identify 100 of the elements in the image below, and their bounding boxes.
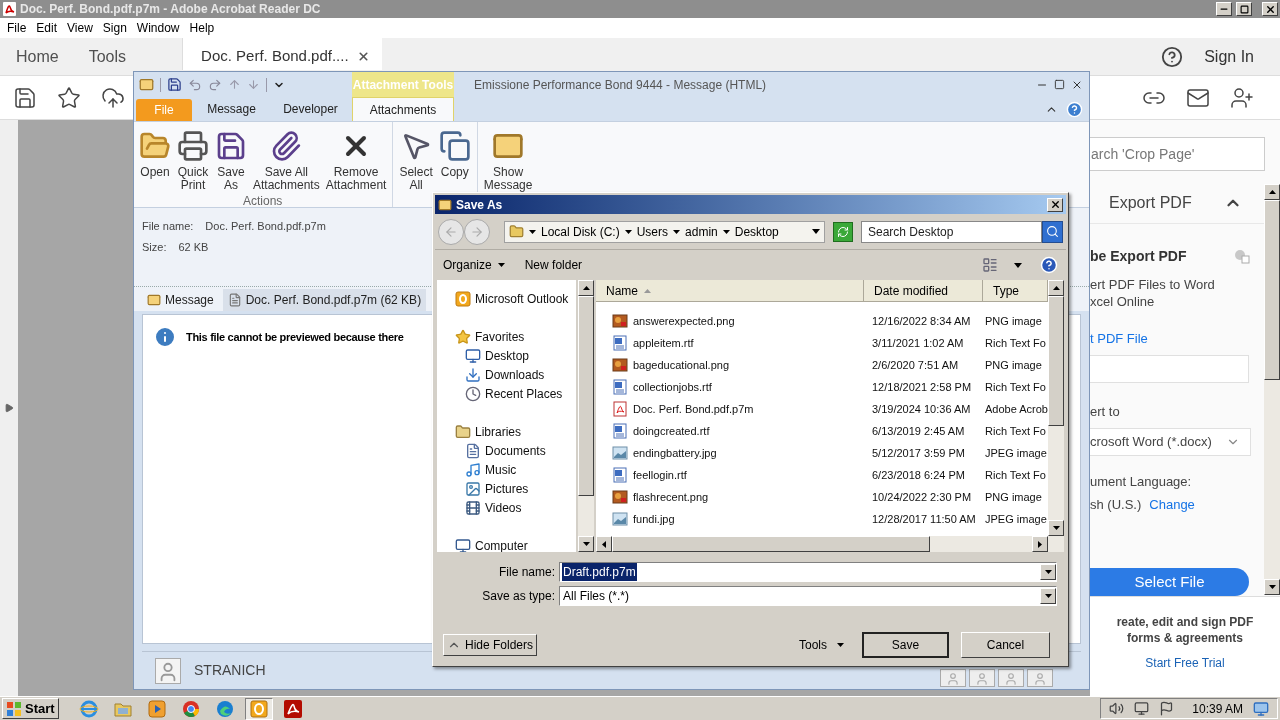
file-type-dropdown[interactable]: All Files (*.*): [559, 586, 1057, 606]
restore-button[interactable]: [1236, 2, 1252, 16]
file-name-cell[interactable]: appleitem.rtf: [596, 334, 864, 352]
ribbon-tab[interactable]: Message: [192, 97, 271, 121]
view-icon[interactable]: [982, 257, 998, 273]
ribbon-button[interactable]: Open: [137, 130, 173, 179]
minimize-button[interactable]: [1216, 2, 1232, 16]
breadcrumb-item[interactable]: admin: [685, 222, 718, 241]
document-tab[interactable]: Doc. Perf. Bond.pdf....: [182, 38, 383, 70]
folder-tree-item[interactable]: Videos: [437, 498, 577, 517]
organize-button[interactable]: Organize: [443, 256, 505, 274]
new-folder-button[interactable]: New folder: [524, 256, 583, 274]
file-name-cell[interactable]: fundi.jpg: [596, 510, 864, 528]
close-button[interactable]: [1262, 2, 1278, 16]
cancel-button[interactable]: Cancel: [961, 632, 1050, 658]
tools-button[interactable]: Tools: [799, 636, 844, 654]
file-name-cell[interactable]: doingcreated.rtf: [596, 422, 864, 440]
menu-item[interactable]: View: [62, 19, 98, 37]
attachment-tab[interactable]: Message: [142, 289, 219, 311]
upload-icon[interactable]: [101, 85, 125, 110]
menu-item[interactable]: File: [2, 19, 32, 37]
file-name-cell[interactable]: bageducational.png: [596, 356, 864, 374]
file-name-cell[interactable]: Doc. Perf. Bond.pdf.p7m: [596, 400, 864, 418]
menu-item[interactable]: Edit: [31, 19, 63, 37]
folder-tree-item[interactable]: Documents: [437, 441, 577, 460]
search-field[interactable]: arch 'Crop Page': [1090, 137, 1265, 171]
breadcrumb-item[interactable]: Local Disk (C:): [541, 222, 620, 241]
attachment-tab[interactable]: Doc. Perf. Bond.pdf.p7m (62 KB): [222, 289, 427, 311]
ribbon-tab[interactable]: Developer: [271, 97, 350, 121]
menu-item[interactable]: Sign: [97, 19, 132, 37]
caret-icon[interactable]: [1014, 262, 1022, 268]
flag-icon[interactable]: [1159, 701, 1175, 716]
search-field[interactable]: Search Desktop: [861, 220, 1042, 243]
menu-item[interactable]: Help: [184, 19, 220, 37]
folder-tree-item[interactable]: Pictures: [437, 479, 577, 498]
refresh-button[interactable]: [833, 221, 853, 242]
save-icon[interactable]: [13, 85, 37, 110]
scrollbar[interactable]: [1264, 184, 1280, 595]
nav-tab[interactable]: Home: [16, 38, 89, 75]
expand-icon[interactable]: [4, 403, 14, 413]
select-file-link[interactable]: t PDF File: [1090, 328, 1264, 349]
scrollbar[interactable]: [1048, 280, 1064, 536]
nav-tab[interactable]: Tools: [88, 38, 157, 75]
save-icon[interactable]: [167, 77, 182, 92]
horizontal-scrollbar[interactable]: [596, 536, 1064, 552]
file-name-field[interactable]: Draft.pdf.p7m: [559, 562, 1057, 582]
folder-tree-item[interactable]: Recent Places: [437, 384, 577, 403]
ribbon-button[interactable]: Show Message: [481, 130, 535, 192]
start-button[interactable]: Start: [2, 698, 59, 719]
folder-tree-item[interactable]: Downloads: [437, 365, 577, 384]
close-icon[interactable]: [356, 49, 370, 63]
file-name-cell[interactable]: collectionjobs.rtf: [596, 378, 864, 396]
add-user-icon[interactable]: [1230, 85, 1254, 110]
hide-folders-button[interactable]: Hide Folders: [443, 634, 538, 656]
select-file-button[interactable]: Select File: [1090, 567, 1249, 596]
ribbon-button[interactable]: Copy: [436, 130, 473, 179]
network-icon[interactable]: [1134, 701, 1150, 716]
undo-icon[interactable]: [188, 77, 202, 92]
breadcrumb-item[interactable]: Desktop: [734, 222, 779, 241]
date-cell-text: 2/6/2020 7:51 AM: [871, 357, 960, 373]
folder-tree-item[interactable]: Microsoft Outlook: [437, 289, 577, 308]
save-button[interactable]: Save: [862, 632, 949, 658]
change-link[interactable]: Change: [1149, 495, 1195, 515]
file-name-cell[interactable]: feellogin.rtf: [596, 466, 864, 484]
folder-tree-item[interactable]: Computer: [437, 536, 577, 552]
taskbar-button[interactable]: [244, 697, 273, 720]
type-cell-text: PNG image: [984, 489, 1043, 505]
address-bar[interactable]: Local Disk (C:) Users admin Desktop: [504, 220, 826, 243]
ribbon-button[interactable]: Save As: [213, 130, 249, 192]
file-name-cell[interactable]: endingbattery.jpg: [596, 444, 864, 462]
file-drop-field[interactable]: [1090, 355, 1249, 383]
close-button[interactable]: [1047, 197, 1063, 212]
file-name-value: Draft.pdf.p7m: [562, 563, 637, 581]
column-header[interactable]: Name: [596, 280, 864, 302]
ribbon-tab[interactable]: Attachments: [352, 97, 454, 121]
menu-item[interactable]: Window: [131, 19, 185, 37]
column-header[interactable]: Date modified: [864, 280, 983, 302]
ribbon-button[interactable]: Remove Attachment: [323, 130, 389, 192]
search-button[interactable]: [1042, 220, 1063, 243]
scrollbar[interactable]: [578, 280, 594, 552]
ribbon-button[interactable]: Save All Attachments: [251, 130, 322, 192]
star-icon[interactable]: [57, 85, 81, 110]
folder-tree-item[interactable]: Music: [437, 460, 577, 479]
redo-icon[interactable]: [208, 77, 222, 92]
breadcrumb-item[interactable]: Users: [636, 222, 669, 241]
help-icon[interactable]: [1161, 45, 1184, 68]
column-header[interactable]: Type: [983, 280, 1048, 302]
folder-tree-item[interactable]: Desktop: [437, 346, 577, 365]
free-trial-link[interactable]: Start Free Trial: [1145, 654, 1225, 672]
sign-in-link[interactable]: Sign In: [1204, 44, 1254, 69]
file-name-cell[interactable]: answerexpected.png: [596, 312, 864, 330]
ribbon-button[interactable]: Quick Print: [175, 130, 211, 192]
show-desktop-icon[interactable]: [1253, 700, 1269, 717]
volume-icon[interactable]: [1109, 701, 1125, 716]
file-name-cell[interactable]: flashrecent.png: [596, 488, 864, 506]
format-dropdown[interactable]: crosoft Word (*.docx): [1090, 428, 1251, 456]
folder-tree-item[interactable]: Libraries: [437, 422, 577, 441]
ribbon-button[interactable]: Select All: [397, 130, 435, 192]
folder-tree-item[interactable]: Favorites: [437, 327, 577, 346]
restore-icon[interactable]: [1054, 78, 1065, 90]
